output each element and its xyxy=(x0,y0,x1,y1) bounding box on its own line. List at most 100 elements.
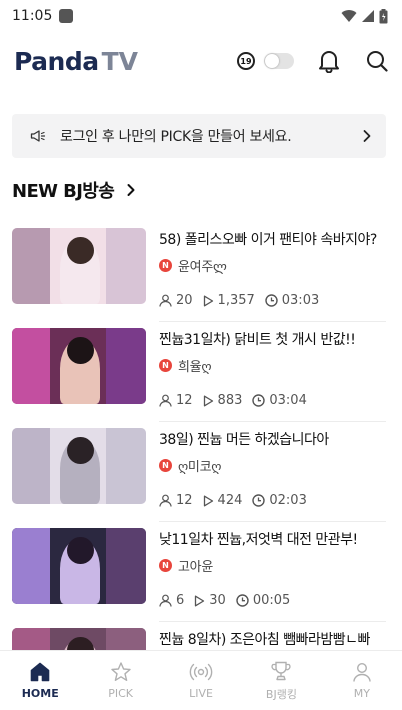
status-bar: 11:05 xyxy=(0,0,402,32)
chevron-right-icon xyxy=(126,183,136,197)
duration-stat: 00:05 xyxy=(236,593,290,608)
video-item[interactable]: 38일) 찐늅 머든 하겠습니다아 N ღ미코ღ 12 424 02:03 xyxy=(12,422,386,522)
trophy-icon xyxy=(271,661,291,680)
video-thumbnail xyxy=(12,528,146,604)
likes-stat: 12 xyxy=(159,393,193,408)
pandatv-logo[interactable]: Panda TV xyxy=(14,47,138,76)
duration-stat: 03:04 xyxy=(252,393,307,408)
bj-name: ღ미코ღ xyxy=(178,460,222,475)
video-stats: 12 424 02:03 xyxy=(159,493,386,508)
video-title: 찐늅 8일차) 조은아침 뺌빠라밤빰ㄴ빠 xyxy=(159,632,370,648)
app-header: Panda TV 19 xyxy=(0,38,402,84)
clock-icon xyxy=(265,294,278,307)
logo-suffix: TV xyxy=(101,46,138,76)
nav-label: BJ랭킹 xyxy=(265,687,297,701)
nav-label: PICK xyxy=(108,687,133,700)
new-bj-section-header[interactable]: NEW BJ방송 xyxy=(12,176,136,204)
battery-icon xyxy=(379,8,388,23)
video-thumbnail xyxy=(12,228,146,304)
status-time: 11:05 xyxy=(12,8,53,24)
play-icon xyxy=(203,295,213,306)
toggle-knob xyxy=(265,54,279,68)
video-stats: 6 30 00:05 xyxy=(159,593,386,608)
search-icon xyxy=(367,51,388,72)
star-icon xyxy=(110,662,131,681)
nav-label: MY xyxy=(353,687,370,700)
wifi-icon xyxy=(341,10,357,22)
nav-live[interactable]: LIVE xyxy=(161,651,241,710)
play-icon xyxy=(203,395,213,406)
adult-content-toggle[interactable] xyxy=(264,53,294,69)
video-info: 찐늅 8일차) 조은아침 뺌빠라밤빰ㄴ빠 xyxy=(159,630,386,650)
video-info: 58) 폴리스오빠 이거 팬티야 속바지야? N 윤여주ლ 20 1,357 0… xyxy=(159,230,386,308)
views-stat: 424 xyxy=(203,493,242,508)
nav-bj-ranking[interactable]: BJ랭킹 xyxy=(241,651,321,710)
section-title: NEW BJ방송 xyxy=(12,181,115,202)
video-info: 38일) 찐늅 머든 하겠습니다아 N ღ미코ღ 12 424 02:03 xyxy=(159,430,386,508)
notification-button[interactable] xyxy=(318,49,340,73)
video-info: 찐늅31일차) 닭비트 첫 개시 반값!! N 희율ღ 12 883 03:04 xyxy=(159,330,386,408)
signal-icon xyxy=(362,10,374,22)
clock-icon xyxy=(236,594,249,607)
duration-stat: 03:03 xyxy=(265,293,319,308)
video-info: 낮11일차 찐늅,저엇벽 대전 만관부! N 고아윤 6 30 00:05 xyxy=(159,530,386,608)
bj-row: N 희율ღ xyxy=(159,356,386,375)
age-19-icon: 19 xyxy=(237,52,255,70)
views-stat: 1,357 xyxy=(203,293,255,308)
person-icon xyxy=(159,594,172,607)
new-badge: N xyxy=(159,559,172,572)
bj-name: 고아윤 xyxy=(178,560,213,575)
nav-my[interactable]: MY xyxy=(322,651,402,710)
search-button[interactable] xyxy=(366,50,388,72)
clock-icon xyxy=(252,494,266,507)
video-item[interactable]: 58) 폴리스오빠 이거 팬티야 속바지야? N 윤여주ლ 20 1,357 0… xyxy=(12,222,386,322)
video-title: 58) 폴리스오빠 이거 팬티야 속바지야? xyxy=(159,232,377,248)
megaphone-icon xyxy=(30,129,46,143)
likes-stat: 6 xyxy=(159,593,184,608)
video-item[interactable]: 낮11일차 찐늅,저엇벽 대전 만관부! N 고아윤 6 30 00:05 xyxy=(12,522,386,622)
person-icon xyxy=(353,662,371,682)
video-list: 58) 폴리스오빠 이거 팬티야 속바지야? N 윤여주ლ 20 1,357 0… xyxy=(12,222,386,710)
nav-label: LIVE xyxy=(189,687,213,700)
bj-row: N ღ미코ღ xyxy=(159,456,386,475)
likes-stat: 20 xyxy=(159,293,193,308)
banner-text: 로그인 후 나만의 PICK을 만들어 보세요. xyxy=(60,129,292,145)
nav-pick[interactable]: PICK xyxy=(80,651,160,710)
video-title: 38일) 찐늅 머든 하겠습니다아 xyxy=(159,432,329,448)
person-icon xyxy=(159,394,172,407)
video-item[interactable]: 찐늅31일차) 닭비트 첫 개시 반값!! N 희율ღ 12 883 03:04 xyxy=(12,322,386,422)
nav-home[interactable]: HOME xyxy=(0,651,80,710)
nav-label: HOME xyxy=(21,687,59,700)
bottom-nav: HOME PICK LIVE BJ랭킹 MY xyxy=(0,650,402,710)
bj-row: N 고아윤 xyxy=(159,556,386,575)
notification-app-icon xyxy=(59,9,74,23)
video-stats: 12 883 03:04 xyxy=(159,393,386,408)
chevron-right-icon xyxy=(362,129,372,143)
bell-icon xyxy=(319,51,339,73)
status-indicators xyxy=(341,8,388,24)
video-stats: 20 1,357 03:03 xyxy=(159,293,386,308)
video-title: 낮11일차 찐늅,저엇벽 대전 만관부! xyxy=(159,532,358,548)
video-thumbnail xyxy=(12,328,146,404)
new-badge: N xyxy=(159,359,172,372)
bj-name: 윤여주ლ xyxy=(178,260,227,275)
live-broadcast-icon xyxy=(189,663,213,681)
duration-stat: 02:03 xyxy=(252,493,307,508)
login-pick-banner[interactable]: 로그인 후 나만의 PICK을 만들어 보세요. xyxy=(12,114,386,158)
play-icon xyxy=(195,595,205,606)
logo-main: Panda xyxy=(14,46,99,76)
likes-stat: 12 xyxy=(159,493,193,508)
person-icon xyxy=(159,494,172,507)
views-stat: 30 xyxy=(194,593,226,608)
person-icon xyxy=(159,294,172,307)
video-title: 찐늅31일차) 닭비트 첫 개시 반값!! xyxy=(159,332,356,348)
new-badge: N xyxy=(159,259,172,272)
clock-icon xyxy=(252,394,266,407)
views-stat: 883 xyxy=(203,393,242,408)
header-actions: 19 xyxy=(237,49,388,73)
bj-name: 희율ღ xyxy=(178,360,212,375)
bj-row: N 윤여주ლ xyxy=(159,256,386,275)
home-icon xyxy=(30,662,50,682)
video-thumbnail xyxy=(12,428,146,504)
play-icon xyxy=(203,495,213,506)
